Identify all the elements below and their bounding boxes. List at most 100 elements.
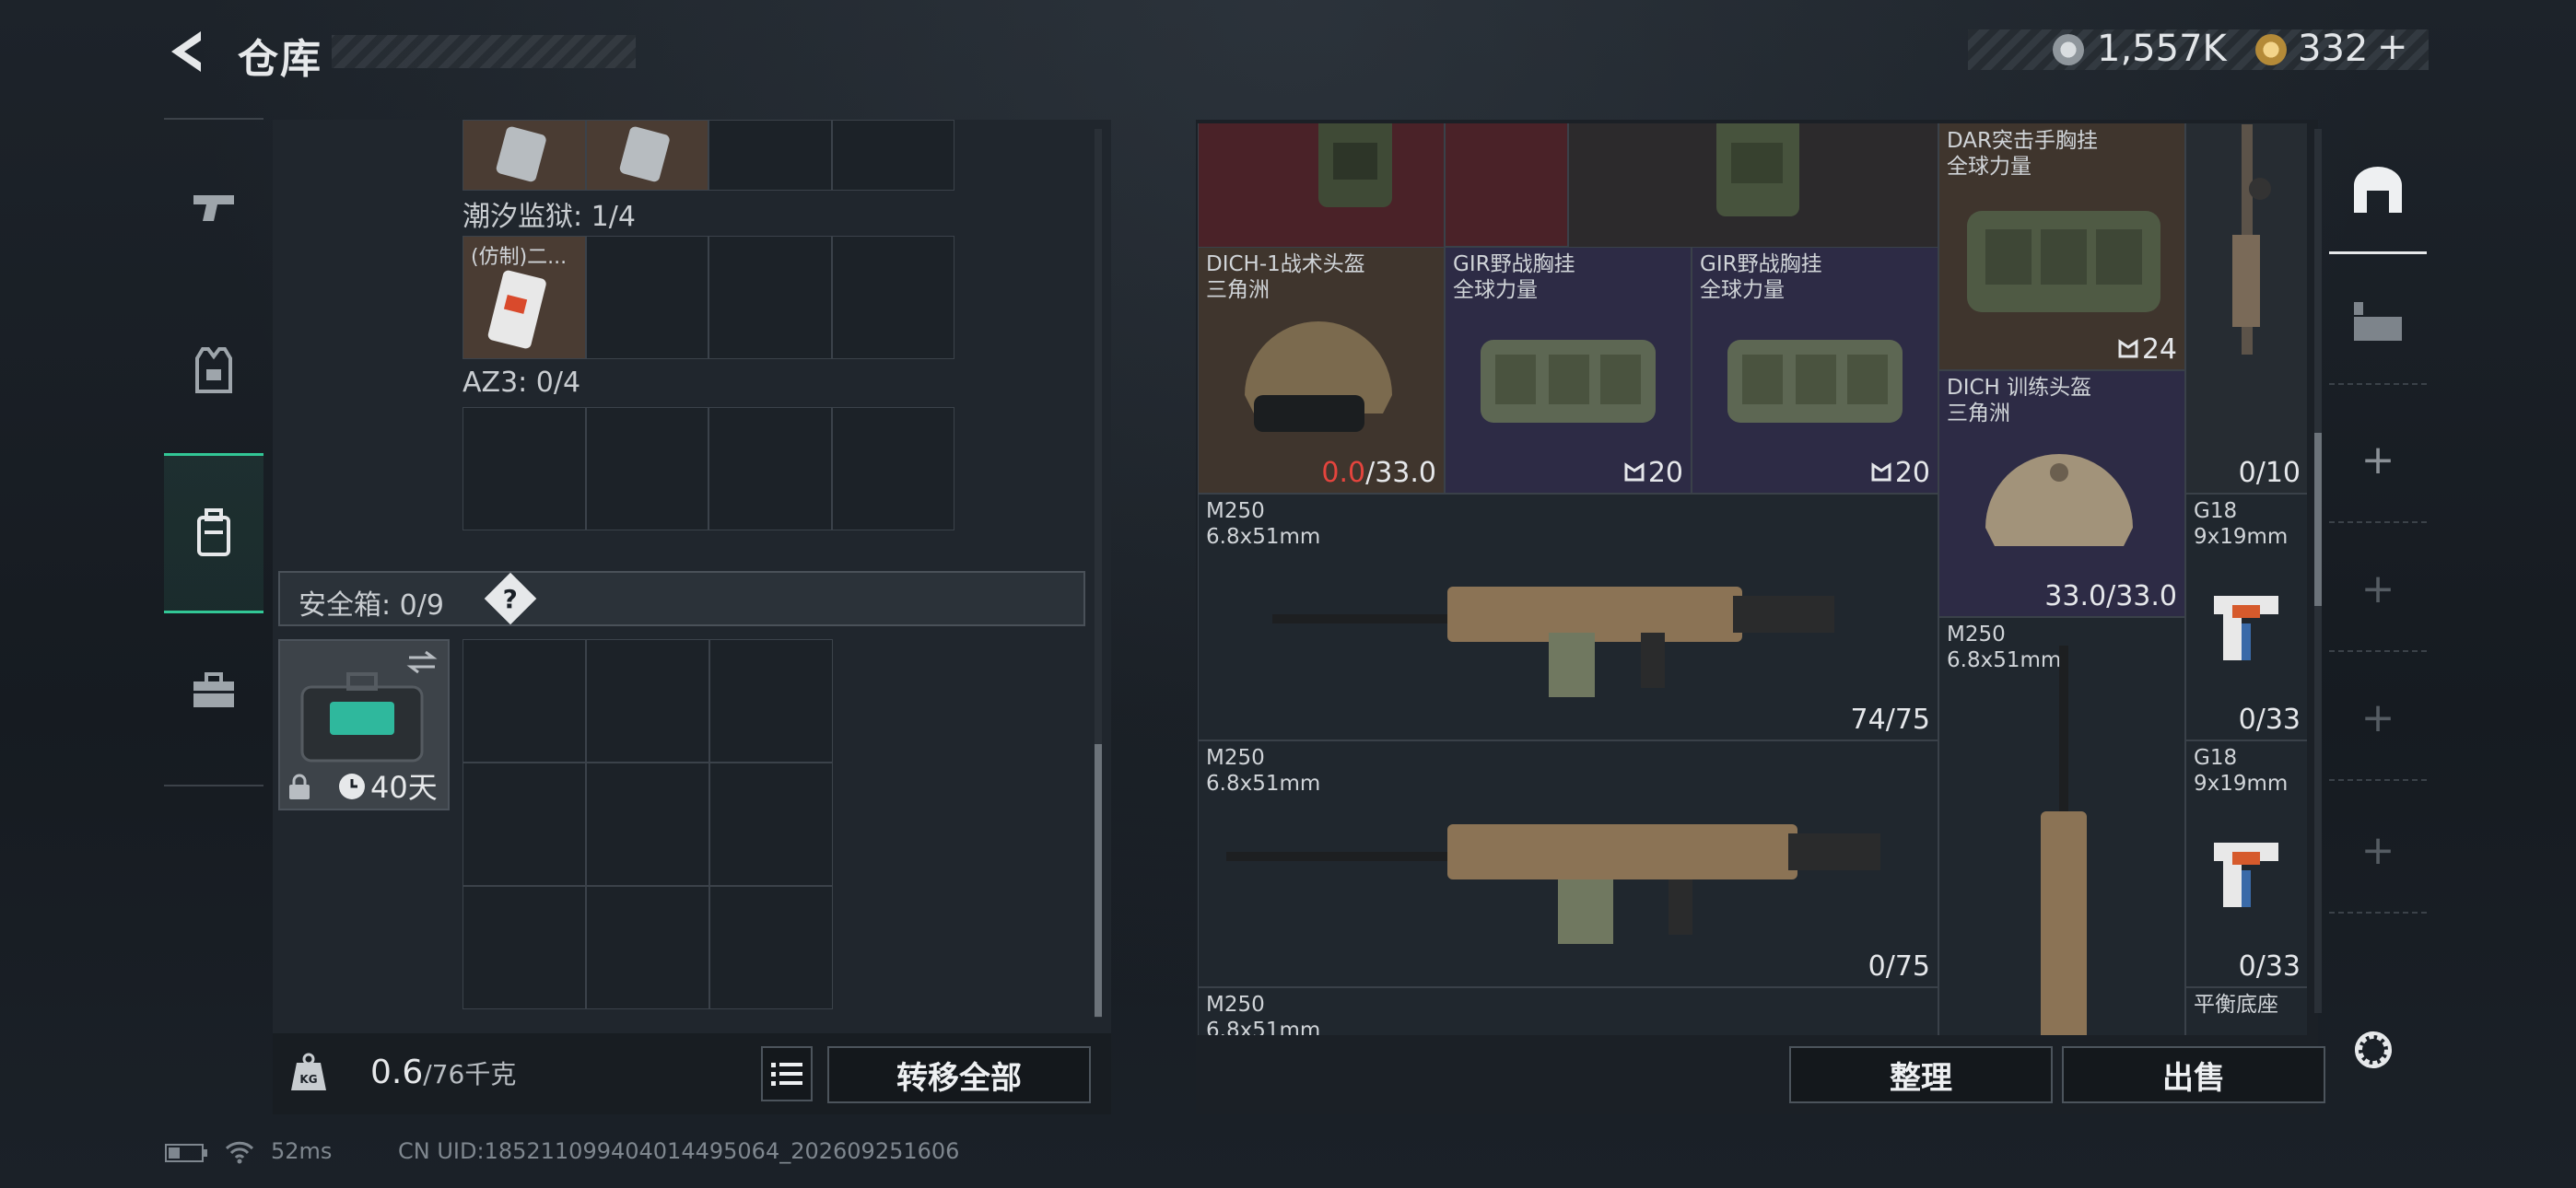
nav-weapons[interactable]	[164, 144, 263, 273]
durability: 0.0/33.0	[1321, 457, 1436, 489]
safe-box-item[interactable]: 40天	[278, 639, 450, 810]
tab-add-3[interactable]: +	[2329, 656, 2427, 781]
capacity-icon	[1871, 462, 1891, 482]
helmet-icon	[1245, 321, 1392, 432]
nav-backpack[interactable]	[164, 453, 263, 613]
tab-add-4[interactable]: +	[2329, 788, 2427, 914]
empty-slot[interactable]	[708, 407, 832, 530]
item-name: G18 9x19mm	[2194, 746, 2289, 796]
item-name: DAR突击手胸挂 全球力量	[1947, 129, 2099, 179]
sort-button[interactable]: 整理	[1789, 1046, 2053, 1103]
stash-item-stock[interactable]: 平衡底座	[2185, 987, 2307, 1035]
empty-slot[interactable]	[708, 236, 832, 359]
empty-slot[interactable]	[709, 763, 833, 886]
chest-rig-icon	[1481, 340, 1656, 423]
empty-slot[interactable]	[831, 407, 954, 530]
nav-armor[interactable]	[164, 306, 263, 435]
stash-item-m250[interactable]: M250 6.8x51mm	[1198, 987, 1938, 1035]
empty-slot[interactable]	[585, 236, 708, 359]
nav-toolbox[interactable]	[164, 626, 263, 755]
item-name: M250 6.8x51mm	[1206, 993, 1321, 1035]
item-name: 平衡底座	[2194, 993, 2278, 1017]
ammo-count: 0/75	[1868, 950, 1930, 983]
empty-slot[interactable]	[709, 639, 833, 763]
capacity-value: 20	[1894, 457, 1930, 489]
empty-slot[interactable]	[585, 407, 708, 530]
plus-icon: +	[2360, 693, 2395, 741]
rifle-vertical-icon	[2041, 646, 2087, 1035]
stash-item-m250-vertical[interactable]: M250 6.8x51mm	[1938, 617, 2185, 1035]
item-slot[interactable]	[585, 120, 708, 191]
weight-readout: 0.6/76千克	[370, 1054, 517, 1091]
swap-icon[interactable]	[405, 648, 439, 676]
empty-slot[interactable]	[831, 120, 954, 191]
tab-stash[interactable]	[2329, 129, 2427, 254]
chest-rig-icon	[1967, 211, 2160, 312]
ammo-count: 74/75	[1850, 704, 1930, 736]
item-name: GIR野战胸挂 全球力量	[1700, 252, 1822, 302]
left-scrollbar-thumb[interactable]	[1095, 744, 1102, 1017]
tab-loadout[interactable]	[2329, 260, 2427, 385]
plus-icon: +	[2360, 565, 2395, 612]
empty-slot[interactable]	[586, 886, 709, 1009]
empty-slot[interactable]	[708, 120, 832, 191]
battery-icon	[165, 1144, 207, 1162]
empty-slot[interactable]	[463, 639, 586, 763]
transfer-all-button[interactable]: 转移全部	[827, 1046, 1091, 1103]
machine-gun-icon	[1272, 587, 1834, 697]
tab-add-2[interactable]: +	[2329, 527, 2427, 652]
item-slot[interactable]: (仿制)二...	[463, 236, 586, 359]
empty-slot[interactable]	[463, 763, 586, 886]
gold-amount: 332	[2298, 28, 2369, 70]
stash-item-g18[interactable]: G18 9x19mm 0/33	[2185, 494, 2307, 740]
sell-button[interactable]: 出售	[2062, 1046, 2325, 1103]
tab-add-1[interactable]: +	[2329, 398, 2427, 523]
svg-text:KG: KG	[299, 1073, 317, 1086]
empty-slot[interactable]	[586, 639, 709, 763]
empty-slot[interactable]	[709, 886, 833, 1009]
stash-item-gir-rig[interactable]: GIR野战胸挂 全球力量 20	[1692, 247, 1938, 494]
stash-item-g18[interactable]: G18 9x19mm 0/33	[2185, 740, 2307, 987]
pistol-item-icon	[2214, 596, 2278, 660]
clock-icon	[339, 774, 365, 799]
stash-item-dar-vest[interactable]: DAR突击手胸挂 全球力量 24	[1938, 123, 2185, 370]
safe-timer: 40天	[370, 770, 438, 805]
empty-slot[interactable]	[463, 886, 586, 1009]
empty-slot[interactable]	[586, 763, 709, 886]
wifi-icon	[225, 1141, 254, 1164]
safe-box-label: 安全箱: 0/9	[299, 589, 444, 622]
stash-item-dich1-helmet[interactable]: DICH-1战术头盔 三角洲 0.0/33.0	[1198, 247, 1445, 494]
plus-icon: +	[2360, 436, 2395, 483]
empty-slot[interactable]	[463, 407, 586, 530]
stash-item-m250[interactable]: M250 6.8x51mm 0/75	[1198, 740, 1938, 987]
silver-amount: 1,557K	[2097, 28, 2227, 70]
stash-item-dich-training-helmet[interactable]: DICH 训练头盔 三角洲 33.0/33.0	[1938, 370, 2185, 617]
stash-grid: 35 30 DAR突击手胸挂全球力量 24 0/10 DICH-1战术头盔三角洲…	[1198, 123, 2307, 1035]
list-icon	[771, 1063, 802, 1086]
durability: 33.0/33.0	[2044, 580, 2177, 612]
latency: 52ms	[271, 1138, 333, 1164]
item-slot[interactable]	[463, 120, 586, 191]
stash-item-gir-rig[interactable]: GIR野战胸挂 全球力量 20	[1445, 247, 1692, 494]
container-label: AZ3: 0/4	[463, 367, 581, 399]
add-gold-button[interactable]: +	[2377, 26, 2408, 68]
title-decoration	[332, 35, 636, 68]
page-title: 仓库	[238, 36, 322, 83]
right-scrollbar-thumb[interactable]	[2314, 433, 2322, 606]
lock-icon	[289, 774, 310, 799]
settings-gear-icon[interactable]	[2346, 1022, 2401, 1077]
empty-slot[interactable]	[831, 236, 954, 359]
backpack-item-icon	[1318, 123, 1392, 207]
stash-item-m250[interactable]: M250 6.8x51mm 74/75	[1198, 494, 1938, 740]
stash-item-sniper[interactable]: 0/10	[2185, 123, 2307, 494]
item-name: G18 9x19mm	[2194, 499, 2289, 549]
back-arrow-icon[interactable]	[164, 28, 212, 76]
user-uid: CN UID:185211099404014495064_20260925160…	[398, 1138, 960, 1164]
list-view-button[interactable]	[761, 1046, 813, 1101]
capacity-icon	[1624, 462, 1645, 482]
container-grid-top	[463, 120, 954, 191]
safe-box-grid	[463, 639, 833, 1009]
safe-case-icon	[300, 672, 424, 763]
stash-item-backpack-part[interactable]	[1445, 123, 1568, 247]
plus-icon: +	[2360, 826, 2395, 874]
